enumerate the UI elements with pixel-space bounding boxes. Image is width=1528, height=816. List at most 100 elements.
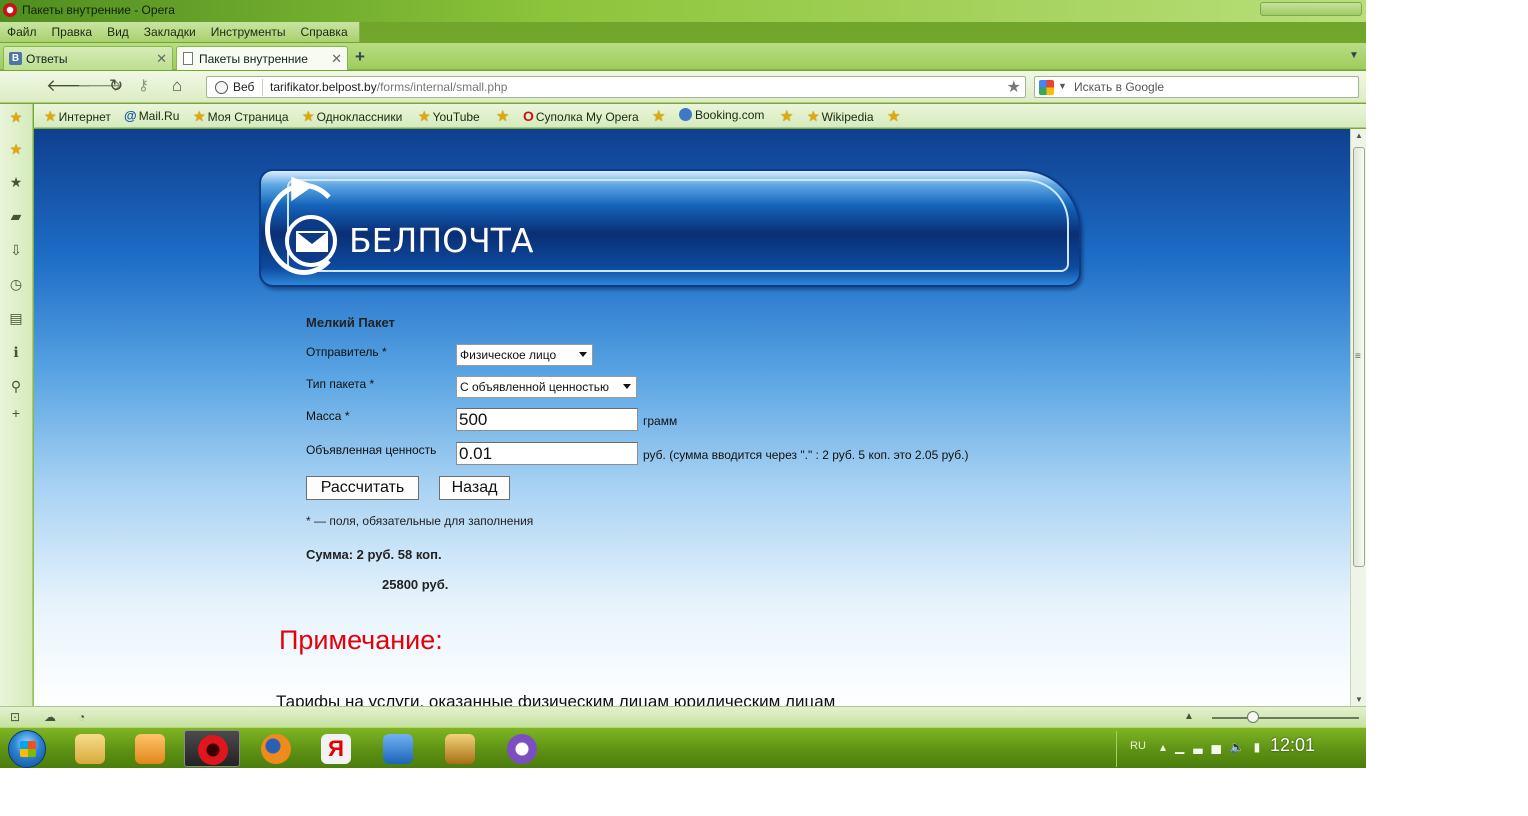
menu-edit[interactable]: Правка [45, 22, 101, 39]
star-icon[interactable]: ★ [887, 107, 900, 125]
clock[interactable]: 12:01 [1270, 735, 1315, 756]
start-button[interactable] [8, 730, 46, 768]
declared-value-label: Объявленная ценность [306, 443, 437, 457]
back-button[interactable]: Назад [439, 476, 510, 500]
notes-icon[interactable]: ▰ [8, 208, 24, 225]
tray-divider [1116, 731, 1117, 767]
close-icon[interactable]: ✕ [156, 51, 167, 67]
zoom-knob[interactable] [1247, 711, 1259, 723]
mass-input[interactable]: 500 [456, 408, 638, 431]
star-icon[interactable]: ★ [652, 107, 665, 125]
key-icon[interactable]: ⚷ [138, 77, 149, 95]
new-tab-icon[interactable]: + [355, 47, 365, 67]
bookmark-label: Интернет [58, 110, 111, 124]
add-panel-icon[interactable]: + [8, 405, 24, 421]
battery-icon[interactable]: ▮ [1254, 740, 1270, 754]
menu-view[interactable]: Вид [100, 22, 137, 39]
menu-tools[interactable]: Инструменты [204, 22, 294, 39]
taskbar-app-explorer[interactable] [62, 730, 118, 767]
taskbar: Я RU ▴▁▃▅🔈▮ 12:01 [0, 727, 1366, 768]
star-icon: ★ [193, 108, 206, 124]
tab-answers[interactable]: В Ответы ✕ [3, 46, 173, 70]
history-icon[interactable]: ◷ [8, 276, 24, 293]
yandex-icon: Я [321, 734, 351, 764]
zoom-slider[interactable] [1212, 717, 1359, 719]
bookmark-label: Моя Страница [207, 110, 289, 124]
scroll-down-icon[interactable]: ▼ [1355, 695, 1363, 704]
title-bar: Пакеты внутренние - Opera [0, 0, 1366, 22]
calculate-button[interactable]: Рассчитать [306, 476, 419, 500]
menu-bookmarks[interactable]: Закладки [137, 22, 204, 39]
address-prefix: Веб [233, 80, 255, 94]
declared-value-input[interactable]: 0.01 [456, 442, 638, 465]
viber-icon [507, 734, 537, 764]
bookmark-youtube[interactable]: ★ YouTube [418, 108, 480, 125]
bookmark-star-icon[interactable]: ★ [1007, 77, 1021, 97]
star-icon: ★ [44, 108, 57, 124]
taskbar-app-mail[interactable] [370, 730, 426, 767]
taskbar-app-opera[interactable] [184, 730, 240, 767]
taskbar-app-firefox[interactable] [248, 730, 304, 767]
tab-internal-packages[interactable]: Пакеты внутренние ✕ [176, 46, 348, 70]
declared-value-note: руб. (сумма вводится через "." : 2 руб. … [643, 448, 969, 462]
search-icon[interactable]: ⚲ [8, 378, 24, 395]
star-icon[interactable]: ★ [780, 107, 793, 125]
network-signal-icon[interactable]: ▁▃▅ [1175, 740, 1230, 754]
address-field[interactable]: Веб tarifikator.belpost.by/forms/interna… [206, 76, 1026, 98]
panels-icon[interactable]: ▤ [8, 310, 24, 327]
taskbar-app-yandex[interactable]: Я [308, 730, 364, 767]
page-scrollbar[interactable]: ▲ ≡ ▼ [1350, 129, 1366, 706]
downloads-icon[interactable]: ⇩ [8, 242, 24, 259]
package-type-select[interactable]: С объявленной ценностью [456, 376, 637, 398]
scroll-up-icon[interactable]: ▲ [1355, 131, 1363, 140]
mail-icon [383, 734, 413, 764]
bookmark-label: Mail.Ru [138, 109, 180, 123]
widgets-star-icon[interactable]: ★ [8, 174, 24, 191]
bookmarks-star-icon[interactable]: ★ [8, 141, 24, 158]
chevron-down-icon[interactable]: ▼ [1058, 81, 1067, 91]
google-icon[interactable] [1039, 80, 1054, 95]
opera-logo-icon[interactable] [3, 3, 17, 17]
zoom-up-icon[interactable]: ▲ [1184, 711, 1194, 722]
star-icon[interactable]: ★ [8, 109, 24, 126]
star-icon[interactable]: ★ [496, 107, 509, 125]
bookmark-mailru[interactable]: @ Mail.Ru [124, 108, 179, 123]
bookmark-label: Wikipedia [821, 110, 874, 124]
bookmark-my-page[interactable]: ★ Моя Страница [193, 108, 289, 125]
tray-expand-icon[interactable]: ▴ [1160, 740, 1175, 754]
search-field[interactable]: ▼ Искать в Google [1034, 76, 1359, 98]
star-icon: ★ [418, 108, 431, 124]
volume-icon[interactable]: 🔈 [1230, 740, 1254, 754]
tray-language[interactable]: RU [1130, 740, 1146, 752]
url-text[interactable]: tarifikator.belpost.by/forms/internal/sm… [270, 80, 507, 94]
sender-select[interactable]: Физическое лицо [456, 344, 593, 366]
bookmark-odnoklassniki[interactable]: ★ Одноклассники [302, 108, 402, 125]
at-icon: @ [124, 108, 137, 123]
info-icon[interactable]: ℹ [8, 344, 24, 361]
speed-dial-icon[interactable]: ◔ [78, 710, 85, 724]
taskbar-app-viber[interactable] [494, 730, 550, 767]
opera-icon: O [523, 108, 534, 124]
panel-toggle-icon[interactable]: ⊡ [10, 710, 20, 724]
address-toolbar: 🡐 🡒 ↻ ⚷ ⌂ Веб tarifikator.belpost.by/for… [0, 71, 1366, 103]
home-icon[interactable]: ⌂ [172, 77, 182, 95]
taskbar-app-media[interactable] [122, 730, 178, 767]
tab-menu-chevron-icon[interactable]: ▼ [1349, 50, 1359, 61]
menu-file[interactable]: Файл [0, 22, 45, 39]
menu-bar: Файл Правка Вид Закладки Инструменты Справка [0, 22, 360, 42]
reload-icon[interactable]: ↻ [109, 77, 123, 95]
turbo-cloud-icon[interactable]: ☁ [44, 710, 56, 724]
close-icon[interactable]: ✕ [331, 51, 342, 67]
logo-text: БЕЛПОЧТА [349, 221, 534, 260]
window-title: Пакеты внутренние - Opera [22, 3, 175, 17]
window-controls[interactable] [1260, 2, 1362, 16]
belpost-banner: БЕЛПОЧТА [259, 168, 1083, 289]
taskbar-app-game[interactable] [432, 730, 488, 767]
firefox-icon [261, 734, 291, 764]
menu-help[interactable]: Справка [294, 22, 356, 39]
bookmark-internet[interactable]: ★ Интернет [44, 108, 111, 125]
bookmark-booking[interactable]: Booking.com [679, 108, 764, 122]
bookmark-wikipedia[interactable]: ★ Wikipedia [807, 108, 874, 125]
tray-icons[interactable]: ▴▁▃▅🔈▮ [1160, 740, 1269, 754]
bookmark-my-opera[interactable]: O Суполка My Opera [523, 108, 639, 124]
